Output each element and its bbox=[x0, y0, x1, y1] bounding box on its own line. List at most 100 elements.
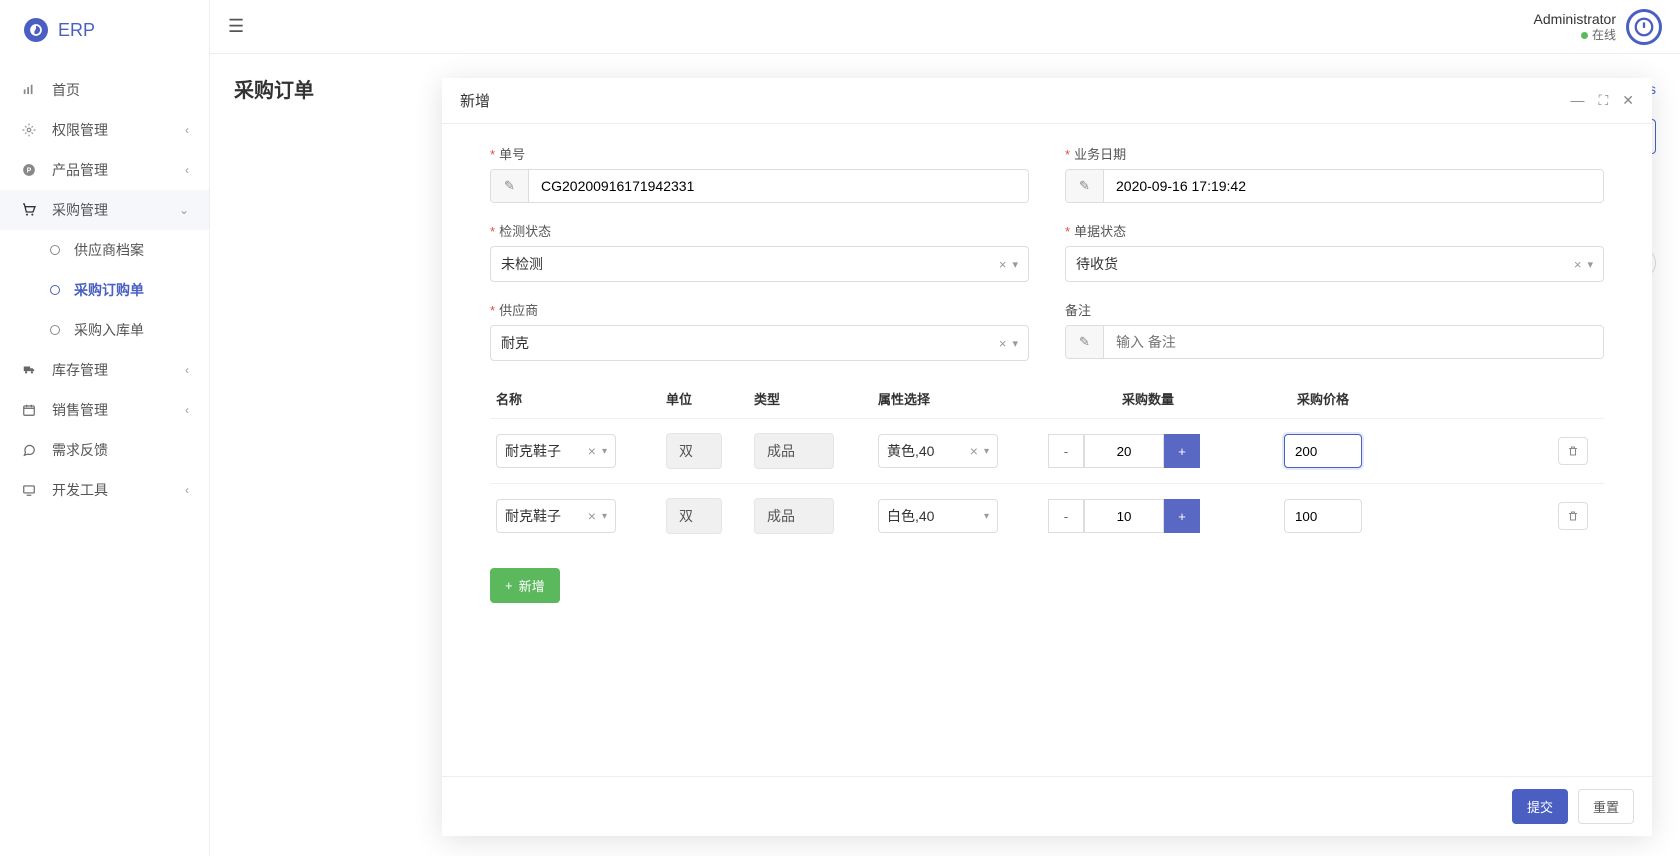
date-field[interactable] bbox=[1104, 170, 1603, 202]
nav-label: 采购订购单 bbox=[74, 280, 144, 300]
nav-sub-purchase-in[interactable]: 采购入库单 bbox=[20, 310, 209, 350]
nav-products[interactable]: P 产品管理 ‹ bbox=[0, 150, 209, 190]
nav-permissions[interactable]: 权限管理 ‹ bbox=[0, 110, 209, 150]
item-unit: 双 bbox=[666, 433, 722, 469]
reset-button[interactable]: 重置 bbox=[1578, 789, 1634, 824]
delete-row-button[interactable] bbox=[1558, 502, 1588, 530]
clear-icon[interactable]: × bbox=[999, 257, 1007, 272]
user-name: Administrator bbox=[1534, 10, 1616, 28]
clear-icon[interactable]: × bbox=[588, 443, 596, 459]
page-title: 采购订单 bbox=[234, 74, 314, 103]
edit-icon: ✎ bbox=[491, 170, 529, 202]
caret-down-icon: ▾ bbox=[1587, 258, 1593, 271]
nav-inventory[interactable]: 库存管理 ‹ bbox=[0, 350, 209, 390]
remark-field[interactable] bbox=[1104, 326, 1603, 358]
status-dot-icon bbox=[1581, 32, 1588, 39]
item-attr-select[interactable]: 白色,40 ▾ bbox=[878, 499, 998, 533]
close-icon[interactable]: ✕ bbox=[1622, 92, 1634, 109]
item-unit: 双 bbox=[666, 498, 722, 534]
nav-purchase[interactable]: 采购管理 ⌄ bbox=[0, 190, 209, 230]
items-table: 名称 单位 类型 属性选择 采购数量 采购价格 耐克鞋子 × bbox=[490, 379, 1604, 548]
qty-minus[interactable]: - bbox=[1048, 499, 1084, 533]
app-name: ERP bbox=[58, 20, 95, 41]
modal-body: *单号 ✎ *业务日期 ✎ bbox=[442, 124, 1652, 776]
trash-icon bbox=[1567, 445, 1579, 457]
label-order-no: *单号 bbox=[490, 144, 1029, 163]
menu-toggle-icon[interactable]: ☰ bbox=[228, 16, 244, 37]
bars-icon bbox=[20, 83, 38, 97]
nav-label: 销售管理 bbox=[52, 400, 108, 420]
maximize-icon[interactable]: ⛶ bbox=[1598, 92, 1608, 109]
nav-sub-purchase-order[interactable]: 采购订购单 bbox=[20, 270, 209, 310]
clear-icon[interactable]: × bbox=[999, 336, 1007, 351]
label-doc-status: *单据状态 bbox=[1065, 221, 1604, 240]
order-no-field[interactable] bbox=[529, 170, 1028, 202]
nav-label: 权限管理 bbox=[52, 120, 108, 140]
clear-icon[interactable]: × bbox=[970, 443, 978, 459]
circle-icon bbox=[50, 325, 60, 335]
edit-icon: ✎ bbox=[1066, 170, 1104, 202]
item-name-select[interactable]: 耐克鞋子 × ▾ bbox=[496, 499, 616, 533]
qty-plus[interactable]: + bbox=[1164, 499, 1200, 533]
order-no-input[interactable]: ✎ bbox=[490, 169, 1029, 203]
clear-icon[interactable]: × bbox=[1574, 257, 1582, 272]
nav-label: 供应商档案 bbox=[74, 240, 144, 260]
edit-icon: ✎ bbox=[1066, 326, 1104, 358]
price-input[interactable] bbox=[1284, 499, 1362, 533]
svg-text:P: P bbox=[27, 167, 32, 174]
modal-add-order: 新增 — ⛶ ✕ *单号 ✎ *业 bbox=[442, 78, 1652, 836]
price-input[interactable] bbox=[1284, 434, 1362, 468]
doc-status-select[interactable]: 待收货 × ▾ bbox=[1065, 246, 1604, 282]
chevron-left-icon: ‹ bbox=[185, 483, 189, 497]
nav-sales[interactable]: 销售管理 ‹ bbox=[0, 390, 209, 430]
check-status-select[interactable]: 未检测 × ▾ bbox=[490, 246, 1029, 282]
nav-feedback[interactable]: 需求反馈 bbox=[0, 430, 209, 470]
add-row-button[interactable]: + 新增 bbox=[490, 568, 560, 603]
nav-purchase-sub: 供应商档案 采购订购单 采购入库单 bbox=[0, 230, 209, 350]
user-info[interactable]: Administrator 在线 bbox=[1534, 10, 1616, 44]
qty-plus[interactable]: + bbox=[1164, 434, 1200, 468]
qty-input[interactable] bbox=[1084, 434, 1164, 468]
date-input[interactable]: ✎ bbox=[1065, 169, 1604, 203]
nav-sub-supplier[interactable]: 供应商档案 bbox=[20, 230, 209, 270]
nav-home[interactable]: 首页 bbox=[0, 70, 209, 110]
nav: 首页 权限管理 ‹ P 产品管理 ‹ 采购管理 bbox=[0, 60, 209, 520]
chevron-left-icon: ‹ bbox=[185, 363, 189, 377]
nav-label: 产品管理 bbox=[52, 160, 108, 180]
label-date: *业务日期 bbox=[1065, 144, 1604, 163]
submit-button[interactable]: 提交 bbox=[1512, 789, 1568, 824]
remark-input[interactable]: ✎ bbox=[1065, 325, 1604, 359]
circle-icon bbox=[50, 285, 60, 295]
col-unit: 单位 bbox=[666, 389, 754, 408]
clear-icon[interactable]: × bbox=[588, 508, 596, 524]
item-name-select[interactable]: 耐克鞋子 × ▾ bbox=[496, 434, 616, 468]
supplier-select[interactable]: 耐克 × ▾ bbox=[490, 325, 1029, 361]
nav-dev[interactable]: 开发工具 ‹ bbox=[0, 470, 209, 510]
minimize-icon[interactable]: — bbox=[1570, 92, 1584, 109]
chevron-left-icon: ‹ bbox=[185, 163, 189, 177]
topbar: ☰ Administrator 在线 bbox=[210, 0, 1680, 54]
item-row: 耐克鞋子 × ▾ 双 成品 黄色,40 × ▾ bbox=[490, 418, 1604, 483]
nav-label: 采购入库单 bbox=[74, 320, 144, 340]
col-attr: 属性选择 bbox=[878, 389, 1048, 408]
dev-icon bbox=[20, 483, 38, 497]
item-attr-select[interactable]: 黄色,40 × ▾ bbox=[878, 434, 998, 468]
items-header: 名称 单位 类型 属性选择 采购数量 采购价格 bbox=[490, 379, 1604, 418]
qty-minus[interactable]: - bbox=[1048, 434, 1084, 468]
chevron-down-icon: ⌄ bbox=[179, 203, 189, 217]
qty-input[interactable] bbox=[1084, 499, 1164, 533]
modal-footer: 提交 重置 bbox=[442, 776, 1652, 836]
nav-label: 需求反馈 bbox=[52, 440, 108, 460]
trash-icon bbox=[1567, 510, 1579, 522]
main: ☰ Administrator 在线 采购订单 bbox=[210, 0, 1680, 856]
col-price: 采购价格 bbox=[1248, 389, 1398, 408]
avatar[interactable] bbox=[1626, 9, 1662, 45]
caret-down-icon: ▾ bbox=[984, 511, 989, 522]
qty-stepper: - + bbox=[1048, 499, 1200, 533]
col-name: 名称 bbox=[496, 389, 666, 408]
nav-label: 采购管理 bbox=[52, 200, 108, 220]
plus-icon: + bbox=[505, 578, 513, 593]
logo[interactable]: ERP bbox=[0, 0, 209, 60]
delete-row-button[interactable] bbox=[1558, 437, 1588, 465]
chevron-left-icon: ‹ bbox=[185, 123, 189, 137]
